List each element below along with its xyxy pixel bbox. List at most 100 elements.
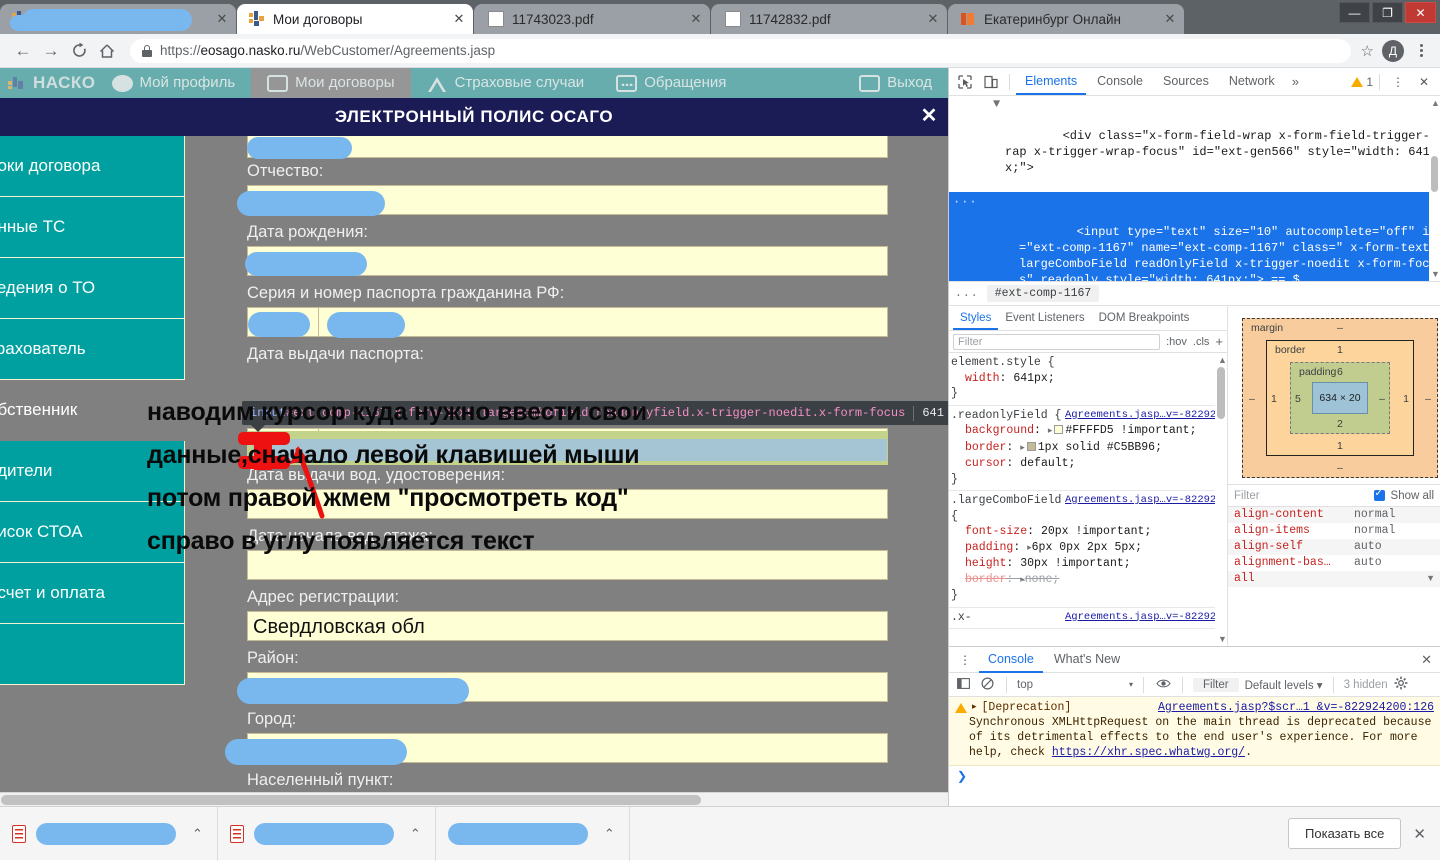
chevron-up-icon[interactable]: ⌃ (410, 826, 421, 842)
new-style-rule-button[interactable]: + (1215, 334, 1223, 349)
show-all-checkbox[interactable] (1374, 490, 1385, 501)
padding-top-value[interactable]: 6 (1337, 366, 1343, 378)
margin-right-value[interactable]: – (1425, 393, 1431, 405)
devtools-menu-icon[interactable]: ⋮ (1386, 71, 1410, 93)
border-left-value[interactable]: 1 (1271, 393, 1277, 405)
cls-toggle[interactable]: .cls (1193, 336, 1210, 348)
color-swatch[interactable] (1054, 425, 1063, 434)
computed-row[interactable]: align-items normal (1228, 523, 1440, 539)
close-download-bar-icon[interactable]: ✕ (1401, 825, 1440, 843)
expand-triangle-icon[interactable]: ▸ (1048, 426, 1053, 436)
padding-left-value[interactable]: 5 (1295, 393, 1301, 405)
browser-tab-2[interactable]: Мои договоры ✕ (237, 4, 473, 34)
padding-right-value[interactable]: – (1379, 393, 1385, 405)
css-declaration[interactable]: font-size: 20px !important; (951, 524, 1215, 540)
styles-tab-dom-breakpoints[interactable]: DOM Breakpoints (1092, 306, 1197, 330)
console-filter-input[interactable]: Filter (1193, 678, 1239, 692)
dom-tree-scrollbar[interactable]: ▲ ▼ (1429, 96, 1440, 281)
drawer-tab-console[interactable]: Console (979, 646, 1043, 673)
sidebar-step-vehicle[interactable]: анные ТС (0, 197, 185, 258)
sidebar-step-inspection[interactable]: ведения о ТО (0, 258, 185, 319)
computed-filter-input[interactable]: Filter (1234, 490, 1368, 502)
device-toolbar-icon[interactable] (979, 71, 1003, 93)
border-bottom-value[interactable]: 1 (1337, 440, 1343, 452)
margin-bottom-value[interactable]: – (1337, 462, 1343, 474)
console-levels-selector[interactable]: Default levels ▾ (1245, 678, 1323, 692)
scroll-down-icon[interactable]: ▼ (1431, 269, 1440, 279)
forward-icon[interactable]: → (38, 38, 64, 64)
show-all-downloads-button[interactable]: Показать все (1288, 818, 1401, 849)
download-item-1[interactable]: ⌃ (0, 807, 218, 861)
styles-tab-styles[interactable]: Styles (953, 306, 998, 330)
live-expression-icon[interactable] (1154, 677, 1172, 692)
page-horizontal-scrollbar[interactable] (0, 792, 948, 806)
navitem-profile[interactable]: Мой профиль (96, 68, 252, 98)
browser-tab-1[interactable]: ✕ (0, 4, 236, 34)
console-message-source[interactable]: Agreements.jasp?$scr…1 &v=-822924200:126 (1158, 700, 1434, 715)
drawer-close-icon[interactable]: ✕ (1421, 652, 1436, 668)
sidebar-step-extra[interactable] (0, 624, 185, 685)
sidebar-step-payment[interactable]: асчет и оплата (0, 563, 185, 624)
tab-close-icon[interactable]: ✕ (451, 11, 467, 27)
devtools-warning-badge[interactable]: 1 (1351, 75, 1373, 89)
scrollbar-thumb[interactable] (1431, 156, 1438, 192)
chevron-up-icon[interactable]: ⌃ (604, 826, 615, 842)
tab-close-icon[interactable]: ✕ (925, 11, 941, 27)
box-model-content[interactable]: 634 × 20 (1312, 382, 1368, 414)
margin-top-value[interactable]: – (1337, 322, 1343, 334)
expand-triangle-icon[interactable]: ▸ (1020, 443, 1025, 453)
padding-bottom-value[interactable]: 2 (1337, 418, 1343, 430)
navitem-logout[interactable]: Выход (843, 68, 948, 98)
browser-tab-5[interactable]: Екатеринбург Онлайн ✕ (948, 4, 1184, 34)
maximize-button[interactable]: ❐ (1372, 2, 1403, 23)
minimize-button[interactable]: — (1339, 2, 1370, 23)
computed-row[interactable]: alignment-bas… auto (1228, 555, 1440, 571)
sidebar-step-terms[interactable]: роки договора (0, 136, 185, 197)
css-declaration[interactable]: padding: ▸6px 0px 2px 5px; (951, 540, 1215, 557)
scroll-up-icon[interactable]: ▲ (1218, 355, 1227, 365)
devtools-tab-elements[interactable]: Elements (1016, 68, 1086, 95)
drawer-tab-whats-new[interactable]: What's New (1045, 646, 1129, 673)
chevron-up-icon[interactable]: ⌃ (192, 826, 203, 842)
console-sidebar-icon[interactable] (954, 677, 972, 693)
back-icon[interactable]: ← (10, 38, 36, 64)
profile-avatar[interactable]: Д (1382, 40, 1404, 62)
scroll-up-icon[interactable]: ▲ (1431, 98, 1440, 108)
cursor-select-icon[interactable] (953, 71, 977, 93)
margin-left-value[interactable]: – (1249, 393, 1255, 405)
scroll-down-icon[interactable]: ▼ (1218, 634, 1227, 644)
clear-console-icon[interactable] (978, 677, 996, 693)
console-context-selector[interactable]: top ▾ (1017, 679, 1133, 691)
css-declaration[interactable]: border: ▸1px solid #C5BB96; (951, 440, 1215, 457)
computed-row[interactable]: align-content normal (1228, 507, 1440, 523)
site-brand[interactable]: НАСКО (8, 73, 96, 93)
browser-tab-4[interactable]: 11742832.pdf ✕ (711, 4, 947, 34)
expand-triangle-icon[interactable]: ▸ (972, 700, 977, 715)
expand-triangle-icon[interactable]: ▼ (993, 96, 1000, 112)
reload-icon[interactable] (66, 38, 92, 64)
css-source-link[interactable]: Agreements.jasp…v=-822924200:1 (1065, 493, 1215, 509)
css-declaration[interactable]: background: ▸#FFFFD5 !important; (951, 423, 1215, 440)
navitem-contracts[interactable]: Мои договоры (251, 68, 410, 98)
css-source-link[interactable]: Agreements.jasp…v=-822924200:1 (1065, 408, 1215, 424)
styles-scrollbar[interactable]: ▲ ▼ (1215, 353, 1227, 646)
tab-close-icon[interactable]: ✕ (1162, 11, 1178, 27)
devtools-more-tabs-icon[interactable]: » (1286, 74, 1305, 89)
styles-tab-event-listeners[interactable]: Event Listeners (998, 306, 1091, 330)
modal-close-icon[interactable]: ✕ (921, 106, 938, 126)
devtools-tab-console[interactable]: Console (1088, 68, 1152, 95)
close-window-button[interactable]: ✕ (1405, 2, 1436, 23)
border-top-value[interactable]: 1 (1337, 344, 1343, 356)
styles-filter-input[interactable]: Filter (953, 334, 1160, 350)
download-item-3[interactable]: ⌃ (436, 807, 630, 861)
computed-row[interactable]: align-self auto (1228, 539, 1440, 555)
color-swatch[interactable] (1027, 442, 1036, 451)
dom-line-selected[interactable]: ··· <input type="text" size="10" autocom… (949, 192, 1440, 281)
field-input-address[interactable]: Свердловская обл (247, 611, 888, 641)
css-declaration[interactable]: cursor: default; (951, 456, 1215, 472)
download-item-2[interactable]: ⌃ (218, 807, 436, 861)
home-icon[interactable] (94, 38, 120, 64)
browser-tab-3[interactable]: 11743023.pdf ✕ (474, 4, 710, 34)
navitem-claims[interactable]: Страховые случаи (411, 68, 601, 98)
devtools-close-icon[interactable]: ✕ (1412, 71, 1436, 93)
